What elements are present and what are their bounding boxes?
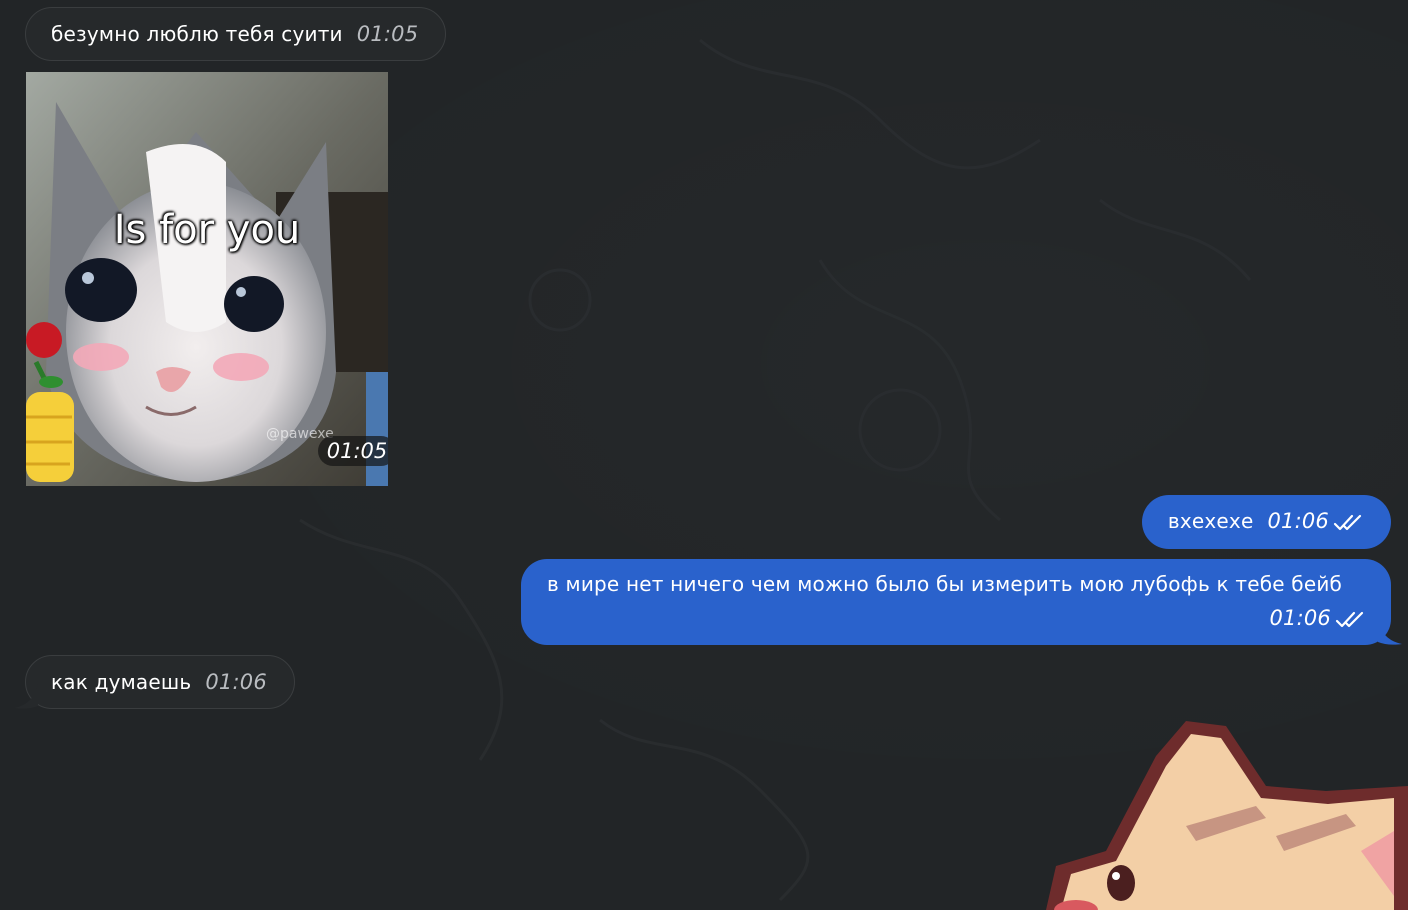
- double-check-icon: [1335, 611, 1364, 627]
- message-time: 01:06: [205, 670, 267, 694]
- message-text: как думаешь: [51, 670, 192, 694]
- sticker-time: 01:05: [318, 436, 388, 466]
- double-check-icon: [1333, 514, 1362, 530]
- incoming-message[interactable]: безумно люблю тебя суити 01:05: [25, 7, 447, 61]
- message-text: безумно люблю тебя суити: [51, 22, 343, 46]
- bubble-tail: [14, 684, 38, 709]
- message-meta: 01:06: [547, 605, 1365, 631]
- message-text: вхехехе: [1167, 509, 1254, 533]
- chat-window: безумно люблю тебя суити 01:05 Is for yo…: [0, 0, 1408, 910]
- cat-sticker[interactable]: [1016, 716, 1408, 910]
- message-time: 01:06: [1269, 606, 1331, 630]
- sticker-caption: Is for you: [113, 207, 301, 253]
- message-text: в мире нет ничего чем можно было бы изме…: [547, 572, 1343, 596]
- bubble-tail: [1378, 620, 1402, 645]
- message-time: 01:05: [356, 22, 419, 46]
- incoming-message[interactable]: как думаешь 01:06: [25, 655, 295, 709]
- kitten-sticker-image: [26, 72, 388, 486]
- outgoing-message[interactable]: вхехехе 01:06: [1141, 495, 1391, 549]
- message-time: 01:06: [1267, 509, 1329, 533]
- kitten-sticker-message[interactable]: Is for you @pawexe 01:05: [26, 72, 388, 486]
- outgoing-message[interactable]: в мире нет ничего чем можно было бы изме…: [521, 559, 1391, 645]
